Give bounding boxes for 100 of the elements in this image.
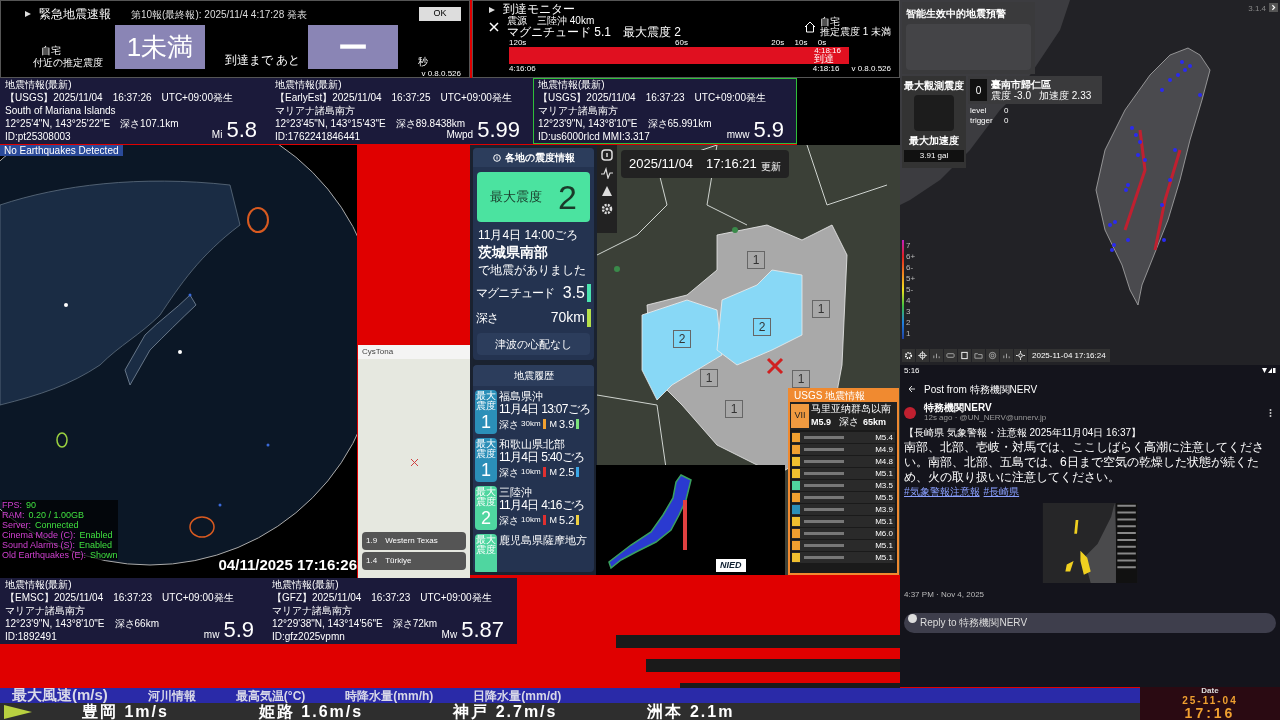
target-button[interactable] [986, 349, 999, 362]
timestamp-text: 2025-11-04 17:16:24 [1028, 349, 1110, 362]
history-item[interactable]: 最大震度 鹿児島県薩摩地方 [473, 534, 594, 572]
info-icon[interactable] [601, 149, 613, 161]
folder-icon [974, 351, 983, 360]
card-title: 地震情報(最新) [4, 579, 73, 591]
magnitude-text: M3.9 [875, 505, 894, 514]
chart-button[interactable] [1000, 349, 1013, 362]
station-name: 臺南市歸仁區 [991, 79, 1051, 90]
quake-row[interactable]: M5.1 [792, 552, 895, 563]
settings-icon[interactable] [601, 203, 613, 215]
blurred-text-bar [804, 496, 844, 499]
panel-title: 到達モニター [503, 3, 575, 16]
chevron-icon[interactable] [1269, 3, 1278, 12]
blurred-text-bar [804, 472, 844, 475]
magnitude-text: M5.5 [875, 493, 894, 502]
more-options-icon[interactable] [1269, 408, 1272, 417]
magnitude-value: 5.9 [753, 117, 784, 143]
quake-row[interactable]: M5.1 [792, 540, 895, 551]
badge-value: 2 [481, 507, 491, 529]
intensity-label: 1 [792, 370, 810, 388]
region-text: 茨城県南部 [478, 244, 548, 261]
magnitude-value: 5.8 [226, 117, 257, 143]
clock-text: 17:16 [1184, 706, 1236, 720]
quake-row[interactable]: M4.8 [792, 456, 895, 467]
source-text: 【USGS】2025/11/04 16:37:26 UTC+09:00発生 [5, 91, 233, 104]
quake-row[interactable]: M5.1 [792, 468, 895, 479]
intensity-label: 1 [725, 400, 743, 418]
quake-row[interactable]: M3.9 [792, 504, 895, 515]
source-text: 【EarlyEst】2025/11/04 16:37:25 UTC+09:00発生 [275, 91, 512, 104]
target-icon [988, 351, 997, 360]
intensity-label: 2 [753, 318, 771, 336]
quake-row[interactable]: M5.4 [792, 432, 895, 443]
stat-value: Connected [35, 520, 79, 530]
time-text: 11月4日 4:16ごろ [499, 499, 585, 512]
hashtag-link[interactable]: #気象警報注意報 [904, 485, 980, 499]
hashtag-link[interactable]: #長崎県 [983, 485, 1020, 499]
metric-label: 深さ [476, 309, 499, 327]
epicenter-icon [489, 22, 499, 32]
quake-row[interactable]: M5.5 [792, 492, 895, 503]
panel-title: USGS 地震情報 [790, 390, 897, 402]
badge-label: 最大震度 [476, 535, 496, 555]
chart-button[interactable] [930, 349, 943, 362]
image-button[interactable] [958, 349, 971, 362]
stat-label: RAM: [2, 510, 25, 520]
scale-label: 3 [906, 306, 911, 317]
badge-value: 1 [481, 459, 491, 481]
place-text: 福島県沖 [499, 390, 543, 403]
depth-label: 深さ [499, 465, 519, 480]
date-label: Date [1201, 687, 1219, 695]
coords-text: 12°29'38"N, 143°14'56"E 深さ72km [272, 617, 438, 630]
quake-row[interactable]: M6.0 [792, 528, 895, 539]
summary-text: マグニチュード 5.1 最大震度 2 [507, 26, 682, 38]
tsunami-button[interactable]: 津波の心配なし [477, 333, 590, 355]
settings-button[interactable] [902, 349, 915, 362]
ticker-value: 姫路 1.6m/s [258, 703, 364, 720]
place-text: Türkiye [385, 555, 412, 567]
sun-button[interactable] [1014, 349, 1027, 362]
stat-label: Sound Alarms (S): [2, 540, 76, 550]
crosshair-button[interactable] [916, 349, 929, 362]
intensity-label: 1 [747, 251, 765, 269]
place-text: Western Texas [385, 535, 438, 547]
logo-text: NIED [716, 558, 746, 572]
scale-label: 4 [906, 295, 911, 306]
blurred-text-bar [804, 556, 844, 559]
info-icon [492, 153, 501, 162]
avatar [908, 614, 917, 623]
date-text: 25-11-04 [1182, 695, 1238, 706]
place-text: マリアナ諸島南方 [275, 104, 355, 117]
quake-row[interactable]: M3.5 [792, 480, 895, 491]
place-text: マリアナ諸島南方 [272, 604, 352, 617]
back-arrow-icon[interactable] [908, 385, 916, 393]
countdown-value: ー [308, 25, 399, 69]
intensity-badge: 0 [970, 79, 987, 101]
folder-button[interactable] [972, 349, 985, 362]
timestamp-text: 04/11/2025 17:16:26 [218, 554, 357, 575]
stat-label: Cinema Mode (C): [2, 530, 76, 540]
waveform-icon[interactable] [601, 167, 613, 179]
id-text: ID:us6000rlcd MMI:3.317 [538, 130, 650, 143]
unit-label: 秒 [418, 55, 429, 69]
metric-label: マグニチュード [476, 285, 555, 302]
magnitude-text: M3.5 [875, 481, 894, 490]
metric-value: 70km [550, 308, 585, 327]
reply-field[interactable]: Reply to 特務機関NERV [904, 612, 1276, 633]
note-text: で地震がありました [478, 262, 586, 279]
magnitude-text: M5.1 [875, 553, 894, 562]
scale-label: 6- [906, 262, 914, 273]
warning-icon[interactable] [601, 185, 613, 197]
intensity-label: 1 [700, 369, 718, 387]
metric-value: 3.5 [562, 283, 585, 303]
place-text: 和歌山県北部 [499, 438, 565, 451]
quake-row[interactable]: M5.1 [792, 516, 895, 527]
place-text: マリアナ諸島南方 [5, 604, 85, 617]
badge-label: 最大震度 [476, 439, 496, 459]
ok-button[interactable]: OK [419, 7, 461, 21]
quake-row[interactable]: M4.9 [792, 444, 895, 455]
card-title: 最大加速度 [909, 134, 959, 148]
ticker-value: 神戸 2.7m/s [453, 703, 558, 720]
source-text: 【EMSC】2025/11/04 16:37:23 UTC+09:00発生 [5, 591, 234, 604]
card-title: 各地の震度情報 [504, 151, 575, 165]
